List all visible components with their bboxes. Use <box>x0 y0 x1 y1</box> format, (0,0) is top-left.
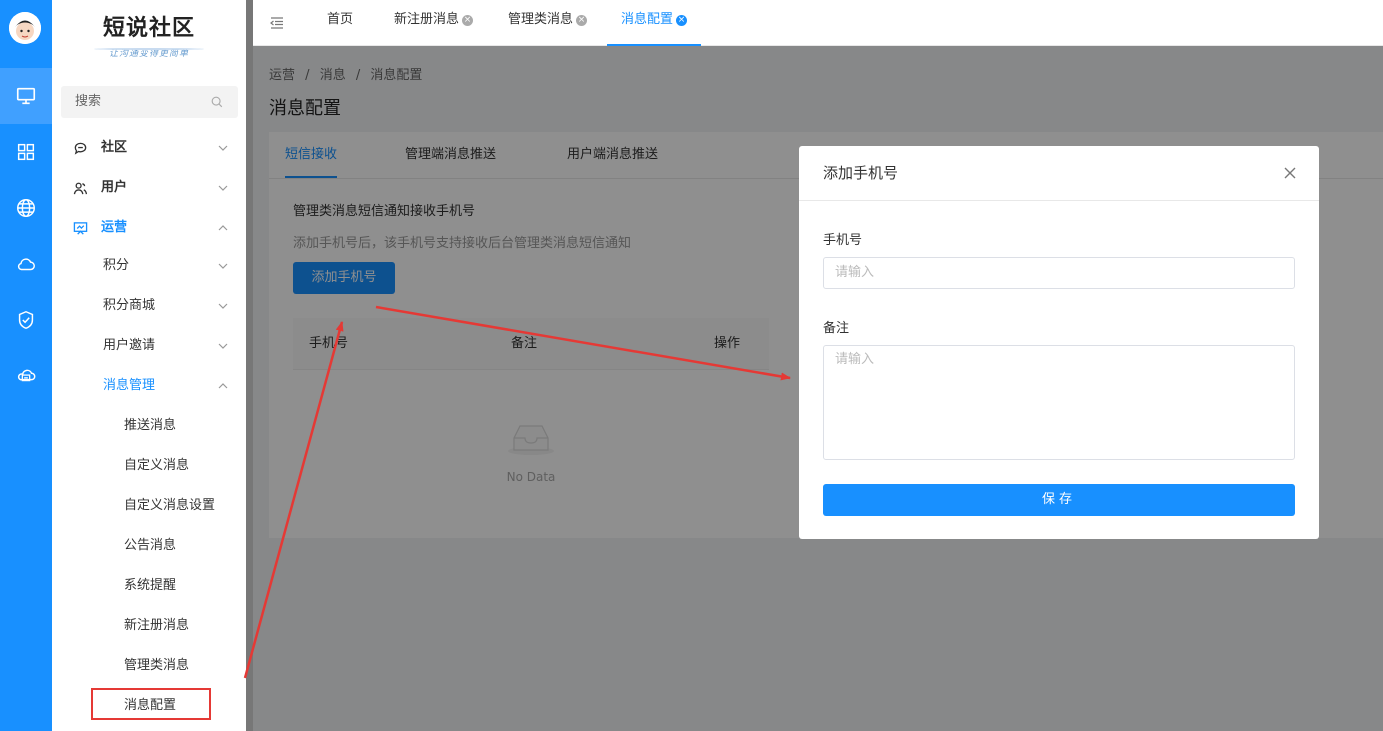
rail-globe[interactable] <box>0 180 52 236</box>
cloud-icon <box>17 258 35 271</box>
tab-bar: 首页 新注册消息 × 管理类消息 × 消息配置 × <box>253 0 1383 46</box>
rail-cloud-server[interactable] <box>0 348 52 404</box>
tab-label: 首页 <box>327 12 354 27</box>
cloud-server-icon <box>17 369 36 382</box>
sidebar-item-users[interactable]: 用户 <box>52 168 246 208</box>
sidebar-item-operations[interactable]: 运营 <box>52 208 246 248</box>
sidebar-item-system-reminder[interactable]: 系统提醒 <box>52 566 246 606</box>
sidebar-item-label: 自定义消息设置 <box>124 498 216 513</box>
note-label: 备注 <box>823 321 850 336</box>
globe-icon <box>17 199 35 217</box>
sidebar-item-label: 积分商城 <box>103 298 156 313</box>
sidebar-item-label: 消息管理 <box>103 378 156 393</box>
tab-admin-message[interactable]: 管理类消息 × <box>508 0 588 46</box>
sidebar-item-user-invite[interactable]: 用户邀请 <box>52 326 246 366</box>
phone-input[interactable]: 请输入 <box>823 257 1295 289</box>
save-button[interactable]: 保存 <box>823 484 1295 516</box>
logo-title: 短说社区 <box>102 15 195 41</box>
sidebar-item-label: 系统提醒 <box>124 578 177 593</box>
search-input[interactable]: 搜索 <box>61 86 238 118</box>
sidebar-item-message-management[interactable]: 消息管理 <box>52 366 246 406</box>
tab-message-config[interactable]: 消息配置 × <box>607 0 702 46</box>
chevron-down-icon <box>218 145 228 151</box>
sidebar-item-push-message[interactable]: 推送消息 <box>52 406 246 446</box>
tab-new-registration[interactable]: 新注册消息 × <box>394 0 474 46</box>
close-icon[interactable]: × <box>676 15 688 26</box>
close-icon[interactable]: × <box>462 15 474 26</box>
sidebar-item-points-mall[interactable]: 积分商城 <box>52 286 246 326</box>
rail-shield[interactable] <box>0 292 52 348</box>
add-phone-dialog: 添加手机号 手机号 请输入 备注 请输入 保存 <box>799 146 1319 539</box>
rail-monitor[interactable] <box>0 68 52 124</box>
monitor-icon <box>16 87 36 105</box>
rail-apps[interactable] <box>0 124 52 180</box>
sidebar-item-admin-message[interactable]: 管理类消息 <box>52 646 246 686</box>
search-icon <box>211 96 223 108</box>
sidebar-item-points[interactable]: 积分 <box>52 246 246 286</box>
sidebar-scroll-edge <box>246 0 253 731</box>
close-icon[interactable]: × <box>576 15 588 26</box>
search-placeholder: 搜索 <box>75 94 102 109</box>
grid-icon <box>17 143 35 161</box>
sidebar-item-label: 运营 <box>101 220 128 235</box>
chevron-down-icon <box>218 343 228 349</box>
sidebar-item-label: 推送消息 <box>124 418 177 433</box>
avatar[interactable] <box>9 12 41 44</box>
phone-label: 手机号 <box>823 233 863 248</box>
avatar-icon <box>9 12 41 44</box>
dialog-title: 添加手机号 <box>823 164 899 182</box>
dialog-divider <box>799 200 1319 201</box>
sidebar-item-label: 管理类消息 <box>124 658 190 673</box>
close-icon[interactable] <box>1283 166 1297 180</box>
sidebar-item-label: 公告消息 <box>124 538 177 553</box>
logo-underline <box>94 48 204 50</box>
annotation-highlight-box <box>91 688 211 720</box>
sidebar-item-label: 用户 <box>101 180 128 195</box>
icon-rail <box>0 0 52 731</box>
tab-label: 消息配置 <box>621 12 674 27</box>
tab-label: 管理类消息 <box>508 12 574 27</box>
sidebar-item-custom-message-settings[interactable]: 自定义消息设置 <box>52 486 246 526</box>
presentation-icon <box>73 222 88 235</box>
note-textarea[interactable]: 请输入 <box>823 345 1295 460</box>
sidebar-item-label: 新注册消息 <box>124 618 190 633</box>
sidebar: 短说社区 让沟通变得更简单 搜索 社区 用户 运营 积分 积分商城 用户邀请 消… <box>52 0 246 731</box>
rail-cloud[interactable] <box>0 236 52 292</box>
tab-home[interactable]: 首页 <box>327 0 353 46</box>
tab-label: 新注册消息 <box>394 12 460 27</box>
sidebar-item-new-registration[interactable]: 新注册消息 <box>52 606 246 646</box>
phone-placeholder: 请输入 <box>835 265 875 280</box>
chevron-down-icon <box>218 185 228 191</box>
note-placeholder: 请输入 <box>835 352 875 367</box>
chevron-up-icon <box>218 383 228 389</box>
chevron-up-icon <box>218 225 228 231</box>
sidebar-item-announcement[interactable]: 公告消息 <box>52 526 246 566</box>
chat-icon <box>74 142 87 155</box>
chevron-down-icon <box>218 303 228 309</box>
shield-check-icon <box>18 310 34 330</box>
chevron-down-icon <box>218 263 228 269</box>
sidebar-item-label: 积分 <box>103 258 130 273</box>
sidebar-item-community[interactable]: 社区 <box>52 128 246 168</box>
sidebar-item-label: 社区 <box>101 140 128 155</box>
menu-collapse-icon[interactable] <box>270 16 284 30</box>
logo[interactable]: 短说社区 让沟通变得更简单 <box>52 10 246 59</box>
users-icon <box>73 182 88 195</box>
sidebar-item-label: 用户邀请 <box>103 338 156 353</box>
sidebar-item-label: 自定义消息 <box>124 458 190 473</box>
sidebar-item-custom-message[interactable]: 自定义消息 <box>52 446 246 486</box>
